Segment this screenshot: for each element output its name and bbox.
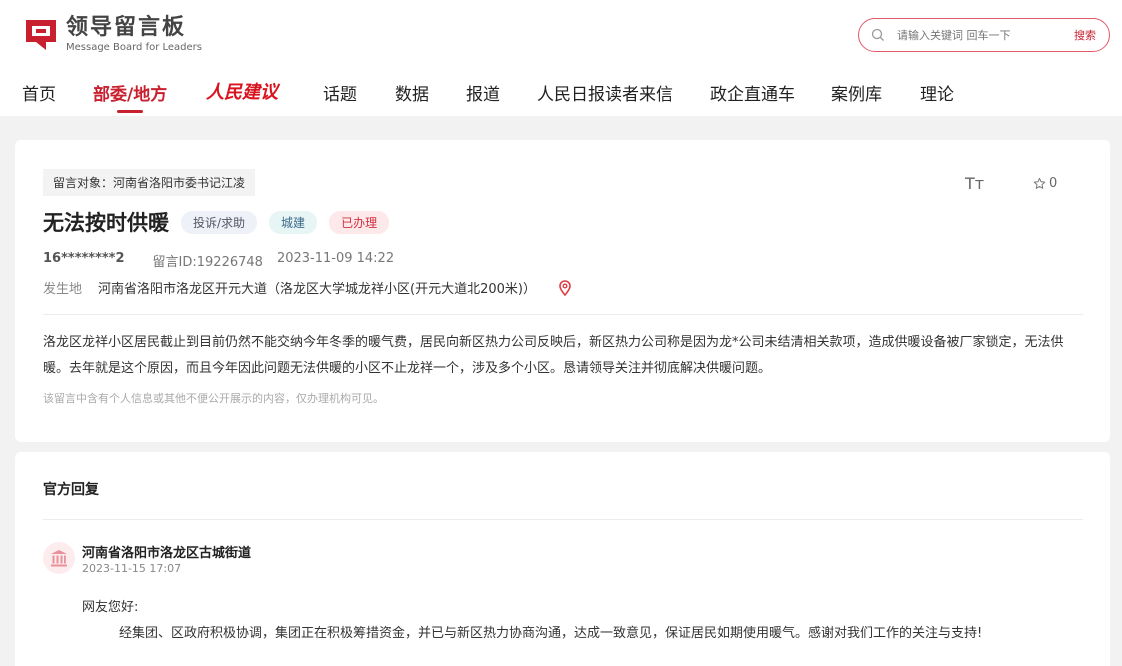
message-id: 留言ID:19226748 xyxy=(152,255,263,270)
logo-subtitle: Message Board for Leaders xyxy=(66,42,203,53)
nav-item-gov-business[interactable]: 政企直通车 xyxy=(710,80,795,105)
message-title: 无法按时供暖 xyxy=(43,211,169,235)
reply-card: 官方回复 河南省洛阳市洛龙区古城街道 2023-11-15 17:07 网友您好… xyxy=(15,452,1110,666)
privacy-note: 该留言中含有个人信息或其他不便公开展示的内容，仅办理机构可见。 xyxy=(43,392,384,405)
reply-greeting: 网友您好: xyxy=(82,600,139,615)
star-icon xyxy=(1033,177,1046,189)
message-time: 2023-11-09 14:22 xyxy=(276,251,395,266)
font-size-tool[interactable]: Tт xyxy=(965,174,984,193)
category-badge: 投诉/求助 xyxy=(181,210,258,234)
message-body-line: 暖。去年就是这个原因，而且今年因此问题无法供暖的小区不止龙祥一个，涉及多个小区。… xyxy=(43,361,772,376)
message-place: 发生地 河南省洛阳市洛龙区开元大道（洛龙区大学城龙祥小区(开元大道北200米)） xyxy=(43,278,572,297)
nav-item-theory[interactable]: 理论 xyxy=(920,80,954,105)
place-label: 发生地 xyxy=(43,282,83,297)
nav-item-reader-letters[interactable]: 人民日报读者来信 xyxy=(537,80,673,105)
domain-badge: 城建 xyxy=(269,210,318,234)
message-divider xyxy=(43,314,1083,315)
favorite-button[interactable]: 0 xyxy=(1033,176,1057,191)
org-avatar xyxy=(43,542,75,574)
message-body-line: 洛龙区龙祥小区居民截止到目前仍然不能交纳今年冬季的暖气费，居民向新区热力公司反映… xyxy=(43,335,1064,350)
title-row: 无法按时供暖 投诉/求助 城建 已办理 xyxy=(43,207,401,237)
nav-item-case-library[interactable]: 案例库 xyxy=(831,80,882,105)
logo-icon xyxy=(26,19,56,50)
site-logo[interactable]: 领导留言板 Message Board for Leaders xyxy=(22,15,202,54)
status-badge: 已办理 xyxy=(329,210,390,234)
search-box: 搜索 xyxy=(858,18,1110,52)
favorite-count: 0 xyxy=(1049,176,1058,191)
reply-text: 经集团、区政府积极协调，集团正在积极筹措资金，并已与新区热力协商沟通，达成一致意… xyxy=(119,626,983,641)
place-value: 河南省洛阳市洛龙区开元大道（洛龙区大学城龙祥小区(开元大道北200米)） xyxy=(98,282,536,297)
site-header: 领导留言板 Message Board for Leaders 搜索 首页 部委… xyxy=(0,0,1122,116)
nav-active-underline xyxy=(117,110,143,113)
message-target: 留言对象：河南省洛阳市委书记江凌 xyxy=(43,169,256,196)
reply-org-name: 河南省洛阳市洛龙区古城街道 xyxy=(82,546,252,561)
message-card: 留言对象：河南省洛阳市委书记江凌 Tт 0 无法按时供暖 投诉/求助 城建 已办… xyxy=(15,140,1110,442)
main-nav: 首页 部委/地方 人民建议 话题 数据 报道 人民日报读者来信 政企直通车 案例… xyxy=(0,72,1122,116)
nav-item-home[interactable]: 首页 xyxy=(22,80,56,105)
reply-time: 2023-11-15 17:07 xyxy=(82,562,182,575)
search-button[interactable]: 搜索 xyxy=(1074,27,1096,43)
reply-divider xyxy=(43,519,1083,520)
nav-item-people-suggestions[interactable]: 人民建议 xyxy=(206,78,278,104)
nav-item-topics[interactable]: 话题 xyxy=(323,80,357,105)
nav-item-reports[interactable]: 报道 xyxy=(466,80,500,105)
logo-title: 领导留言板 xyxy=(66,15,187,40)
location-pin-icon[interactable] xyxy=(558,279,572,296)
nav-item-data[interactable]: 数据 xyxy=(395,80,429,105)
message-user: 16********2 xyxy=(43,251,125,266)
message-body: 洛龙区龙祥小区居民截止到目前仍然不能交纳今年冬季的暖气费，居民向新区热力公司反映… xyxy=(43,330,1093,382)
reply-heading: 官方回复 xyxy=(43,482,99,498)
search-icon xyxy=(871,28,884,41)
nav-item-ministries[interactable]: 部委/地方 xyxy=(93,80,167,105)
message-meta: 16********2 留言ID:19226748 2023-11-09 14:… xyxy=(43,251,394,270)
government-building-icon xyxy=(51,550,67,567)
search-input[interactable] xyxy=(897,28,1057,42)
